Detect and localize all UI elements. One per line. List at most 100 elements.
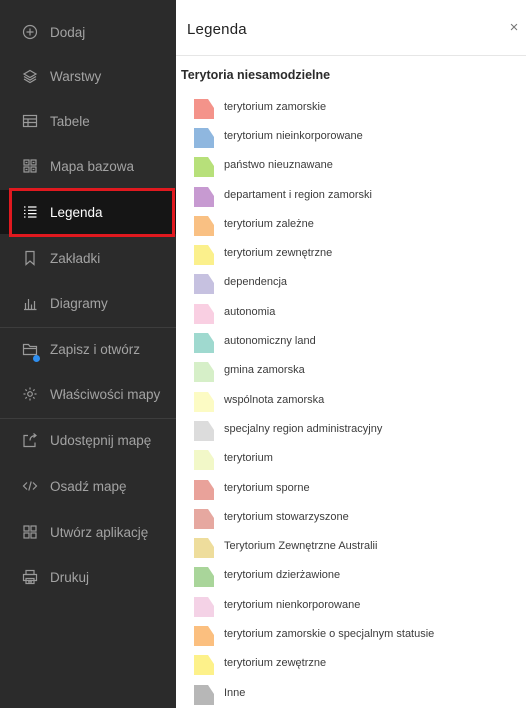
sidebar-item-3[interactable]: Tabele (0, 99, 176, 143)
legend-label: dependencja (224, 276, 288, 289)
legend-label: terytorium sporne (224, 481, 310, 494)
legend-label: autonomiczny land (224, 335, 316, 348)
legend-swatch (194, 186, 214, 207)
legend-label: terytorium zamorskie o specjalnym status… (224, 627, 435, 640)
legend-item: terytorium zewnętrzne (194, 240, 524, 269)
close-button[interactable]: × (506, 20, 522, 36)
legend-label: terytorium zewętrzne (224, 657, 327, 670)
legend-list-icon (22, 204, 38, 220)
bar-chart-icon (22, 295, 38, 311)
sidebar-divider (0, 327, 176, 328)
legend-label: specjalny region administracyjny (224, 422, 383, 435)
sidebar-item-8[interactable]: Zapisz i otwórz (0, 327, 176, 371)
legend-item: terytorium nieinkorporowane (194, 123, 524, 152)
panel-title: Legenda (187, 21, 247, 38)
legend-item: terytorium (194, 446, 524, 475)
legend-swatch (194, 420, 214, 441)
sidebar-item-11[interactable]: Osadź mapę (0, 464, 176, 508)
legend-item: terytorium zamorskie (194, 94, 524, 123)
legend-label: terytorium nieinkorporowane (224, 129, 363, 142)
sidebar-item-label: Udostępnij mapę (50, 432, 152, 448)
legend-item: autonomia (194, 299, 524, 328)
table-icon (22, 113, 38, 129)
legend-label: departament i region zamorski (224, 188, 372, 201)
bookmark-icon (22, 250, 38, 266)
legend-swatch (194, 538, 214, 559)
legend-list: terytorium zamorskie terytorium nieinkorp… (194, 94, 524, 708)
status-dot (33, 355, 40, 362)
legend-item: dependencja (194, 270, 524, 299)
legend-swatch (194, 479, 214, 500)
legend-swatch (194, 596, 214, 617)
legend-item: terytorium zewętrzne (194, 651, 524, 680)
legend-label: terytorium zamorskie (224, 100, 327, 113)
code-icon (22, 478, 38, 494)
legend-item: specjalny region administracyjny (194, 416, 524, 445)
sidebar-divider (0, 418, 176, 419)
legend-label: wspólnota zamorska (224, 393, 325, 406)
legend-item: departament i region zamorski (194, 182, 524, 211)
sidebar: Dodaj Warstwy Tabele Mapa bazowa Legenda Zakł… (0, 0, 176, 708)
legend-swatch (194, 625, 214, 646)
sidebar-item-13[interactable]: Drukuj (0, 555, 176, 599)
sidebar-item-5[interactable]: Legenda (0, 190, 176, 234)
sidebar-item-label: Legenda (50, 204, 103, 220)
basemap-grid-icon (22, 158, 38, 174)
legend-item: państwo nieuznawane (194, 153, 524, 182)
sidebar-item-7[interactable]: Diagramy (0, 281, 176, 325)
sidebar-item-10[interactable]: Udostępnij mapę (0, 418, 176, 462)
legend-item: terytorium zależne (194, 211, 524, 240)
legend-label: Inne (224, 686, 246, 699)
panel-header: Legenda × (176, 0, 526, 56)
share-icon (22, 432, 38, 448)
legend-swatch (194, 215, 214, 236)
legend-item: terytorium stowarzyszone (194, 504, 524, 533)
legend-label: terytorium zależne (224, 217, 314, 230)
legend-item: autonomiczny land (194, 328, 524, 357)
legend-label: gmina zamorska (224, 364, 305, 377)
legend-panel: Legenda × Terytoria niesamodzielne teryt… (176, 0, 526, 708)
sidebar-item-6[interactable]: Zakładki (0, 236, 176, 280)
legend-label: państwo nieuznawane (224, 159, 333, 172)
legend-swatch (194, 333, 214, 354)
legend-item: Inne (194, 680, 524, 708)
legend-item: terytorium zamorskie o specjalnym status… (194, 621, 524, 650)
printer-icon (22, 569, 38, 585)
sidebar-item-label: Zapisz i otwórz (50, 341, 141, 357)
legend-swatch (194, 567, 214, 588)
sidebar-item-1[interactable]: Dodaj (0, 10, 176, 54)
legend-label: autonomia (224, 305, 276, 318)
sidebar-item-label: Tabele (50, 113, 90, 129)
sidebar-item-label: Diagramy (50, 295, 108, 311)
legend-swatch (194, 655, 214, 676)
sidebar-item-label: Drukuj (50, 569, 90, 585)
legend-label: terytorium dzierżawione (224, 569, 341, 582)
legend-swatch (194, 508, 214, 529)
legend-swatch (194, 274, 214, 295)
legend-item: Terytorium Zewnętrzne Australii (194, 533, 524, 562)
sidebar-item-label: Osadź mapę (50, 478, 127, 494)
legend-label: terytorium zewnętrzne (224, 247, 333, 260)
plus-circle-icon (22, 24, 38, 40)
sidebar-item-2[interactable]: Warstwy (0, 54, 176, 98)
sidebar-item-label: Mapa bazowa (50, 158, 135, 174)
sidebar-item-9[interactable]: Właściwości mapy (0, 372, 176, 416)
sidebar-item-label: Dodaj (50, 24, 86, 40)
legend-swatch (194, 450, 214, 471)
layers-icon (22, 68, 38, 84)
sidebar-item-label: Utwórz aplikację (50, 524, 149, 540)
close-icon: × (509, 19, 519, 36)
gear-icon (22, 386, 38, 402)
legend-section-title: Terytoria niesamodzielne (181, 68, 331, 82)
sidebar-item-4[interactable]: Mapa bazowa (0, 144, 176, 188)
legend-swatch (194, 98, 214, 119)
legend-swatch (194, 157, 214, 178)
apps-icon (22, 524, 38, 540)
legend-item: wspólnota zamorska (194, 387, 524, 416)
sidebar-item-label: Warstwy (50, 68, 102, 84)
legend-label: terytorium (224, 452, 273, 465)
sidebar-item-12[interactable]: Utwórz aplikację (0, 510, 176, 554)
legend-label: Terytorium Zewnętrzne Australii (224, 540, 378, 553)
legend-item: terytorium dzierżawione (194, 563, 524, 592)
legend-label: terytorium nienkorporowane (224, 598, 361, 611)
